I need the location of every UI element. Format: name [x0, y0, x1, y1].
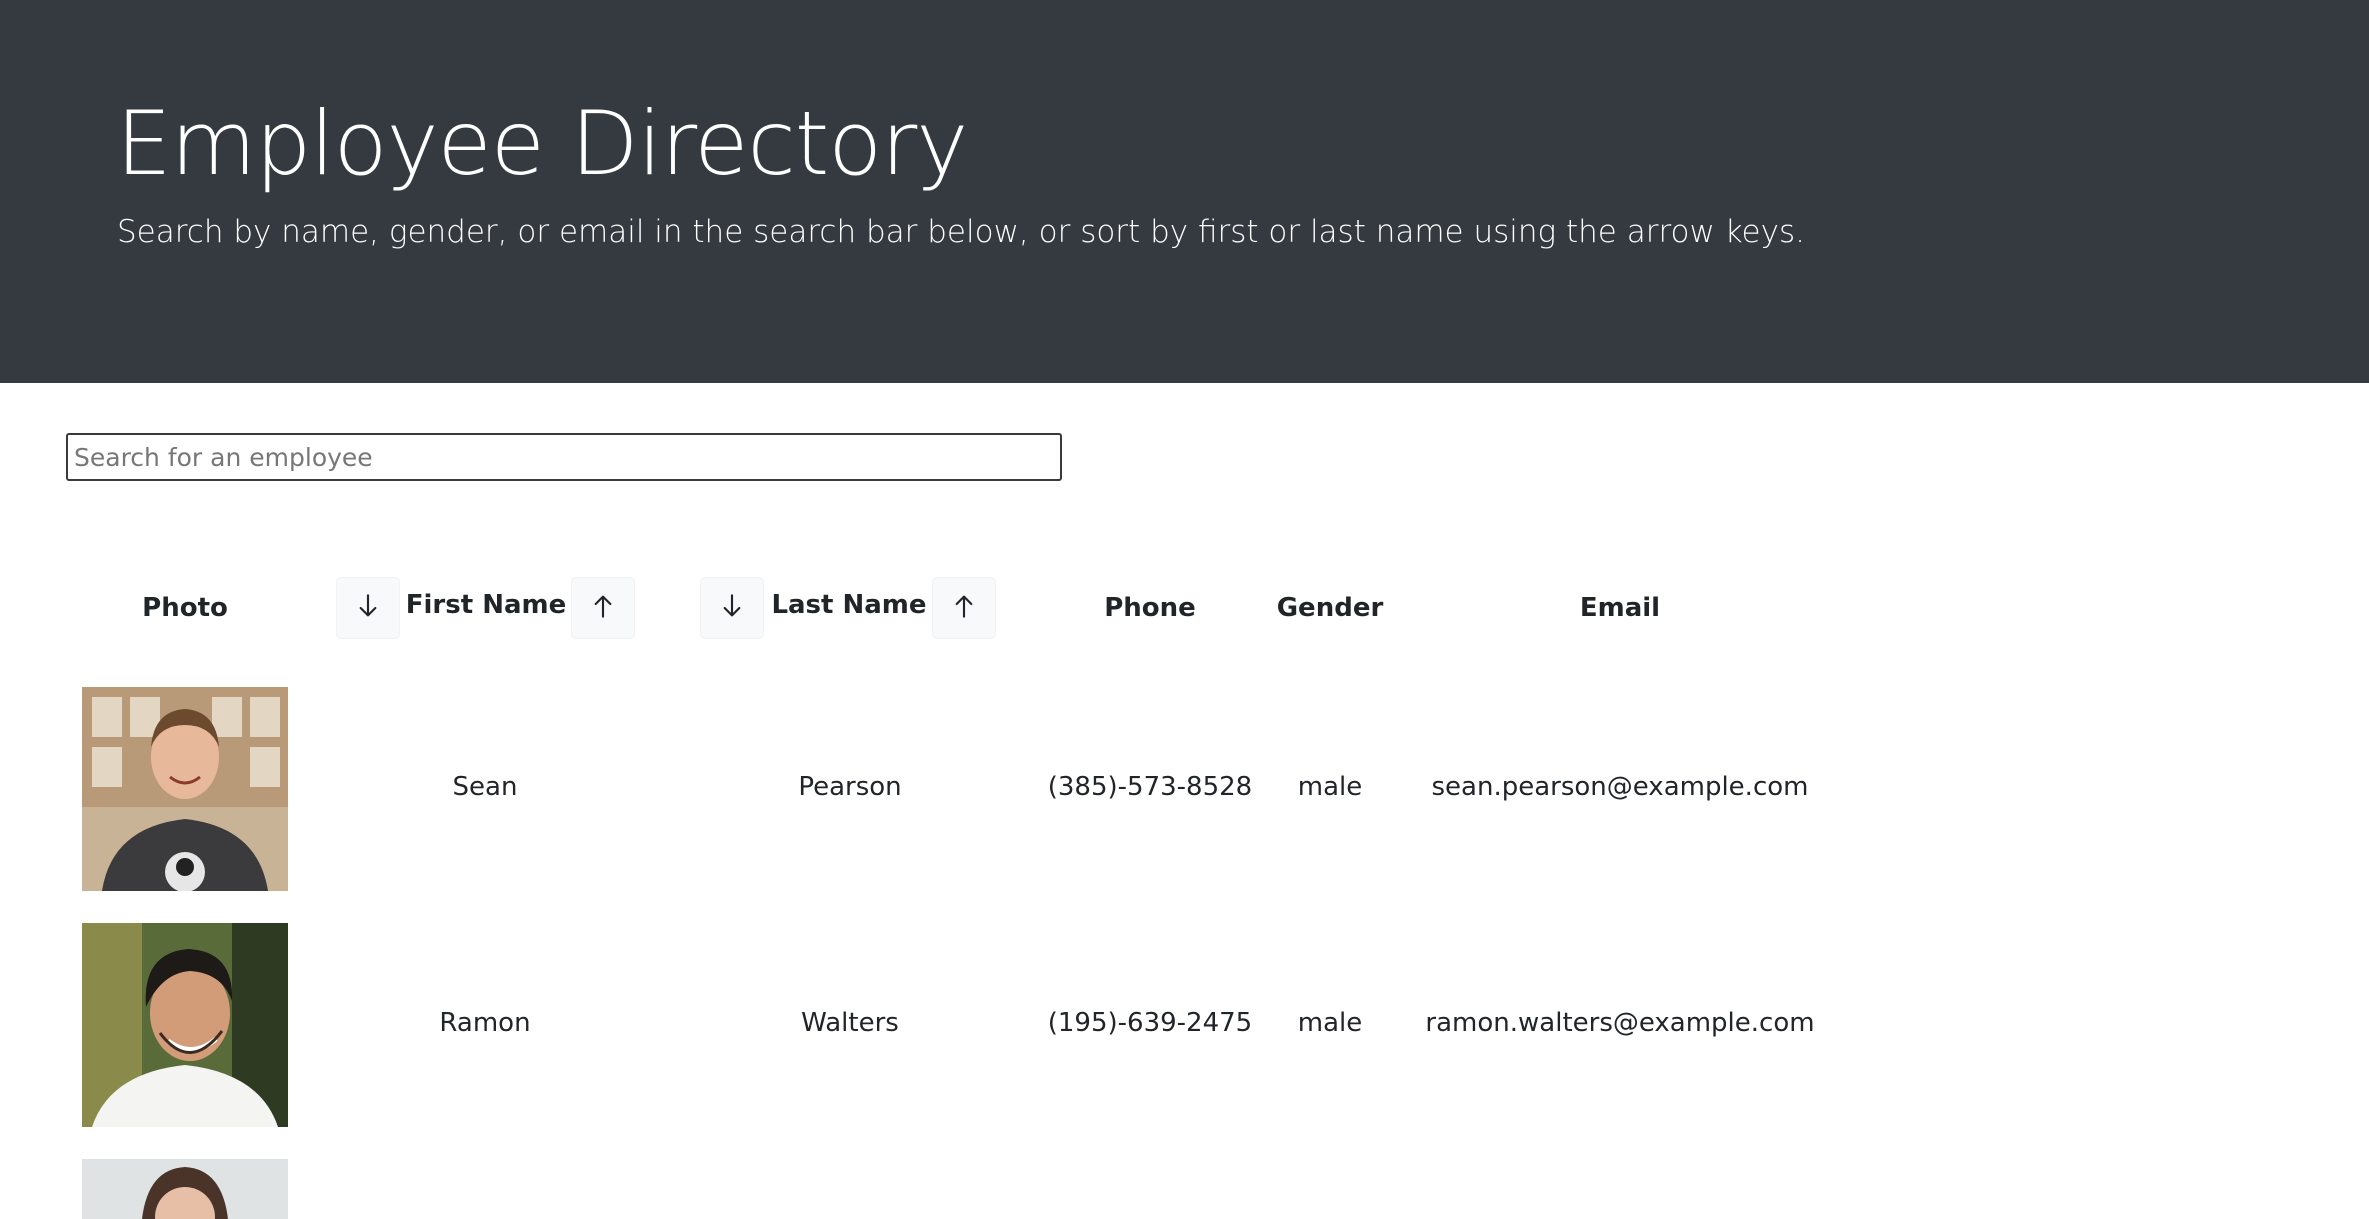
cell-phone: (385)-573-8528 — [1047, 772, 1253, 802]
arrow-down-icon — [721, 593, 743, 623]
cell-phone: (195)-639-2475 — [1047, 1008, 1253, 1038]
cell-first-name: Ramon — [439, 1008, 531, 1038]
page-header: Employee Directory Search by name, gende… — [0, 0, 2369, 383]
search-input[interactable] — [66, 433, 1062, 481]
sort-last-name-descending-button[interactable] — [700, 577, 764, 639]
cell-last-name: Walters — [801, 1008, 899, 1038]
sort-last-name-ascending-button[interactable] — [932, 577, 996, 639]
header-photo: Photo — [142, 593, 228, 623]
cell-gender: male — [1297, 772, 1363, 802]
page-title: Employee Directory — [116, 92, 968, 195]
cell-first-name: Sean — [452, 772, 518, 802]
cell-gender: male — [1297, 1008, 1363, 1038]
cell-email: ramon.walters@example.com — [1425, 1008, 1815, 1038]
sort-first-name-ascending-button[interactable] — [571, 577, 635, 639]
cell-email: sean.pearson@example.com — [1431, 772, 1809, 802]
arrow-up-icon — [953, 594, 975, 623]
arrow-up-icon — [592, 594, 614, 623]
employee-photo — [82, 1159, 288, 1219]
header-gender: Gender — [1276, 593, 1384, 623]
header-first-name: First Name — [405, 590, 567, 620]
page-subtitle: Search by name, gender, or email in the … — [117, 214, 1805, 250]
header-last-name: Last Name — [771, 590, 927, 620]
sort-first-name-descending-button[interactable] — [336, 577, 400, 639]
arrow-down-icon — [357, 593, 379, 623]
employee-photo — [82, 923, 288, 1127]
header-email: Email — [1579, 593, 1661, 623]
cell-last-name: Pearson — [798, 772, 902, 802]
employee-photo — [82, 687, 288, 891]
header-phone: Phone — [1104, 593, 1196, 623]
